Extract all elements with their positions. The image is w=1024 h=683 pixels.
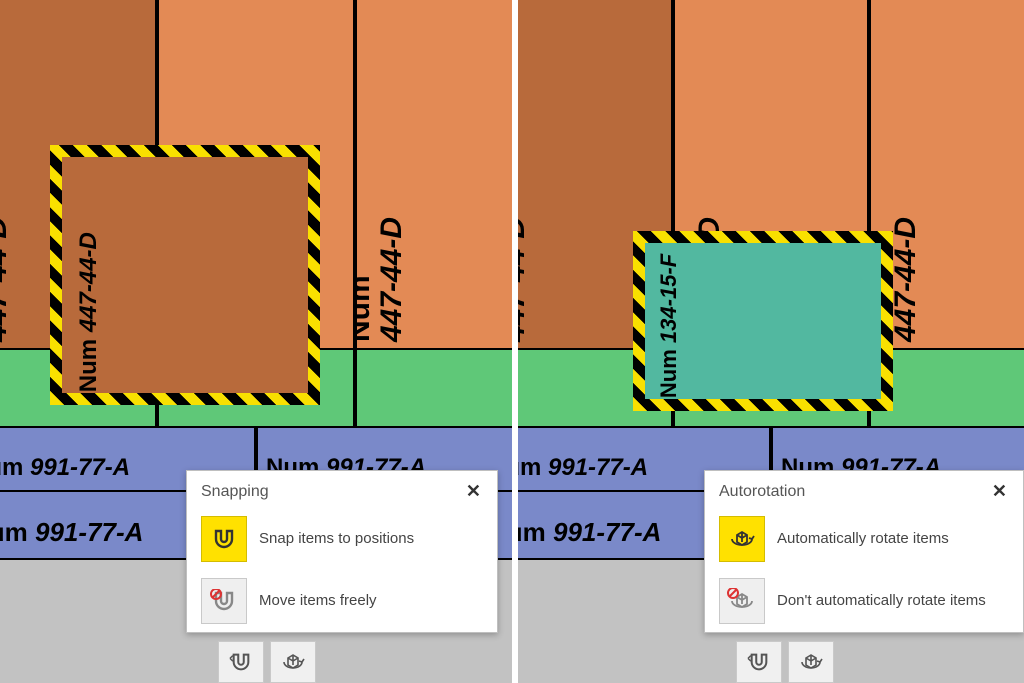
option-label: Automatically rotate items xyxy=(777,530,1009,548)
snapping-popup: Snapping ✕ Snap items to positions Move xyxy=(186,470,498,633)
option-label: Don't automatically rotate items xyxy=(777,592,1009,610)
snap-toggle-button[interactable] xyxy=(736,641,782,683)
popup-title: Snapping xyxy=(201,483,269,501)
autorotate-toggle-button[interactable] xyxy=(788,641,834,683)
snap-on-icon xyxy=(201,516,247,562)
autorotation-popup: Autorotation ✕ Automatically rotate item… xyxy=(704,470,1024,633)
mini-toolbar xyxy=(736,641,834,683)
box-orange[interactable]: Num447-44-D xyxy=(355,0,512,350)
autorotate-off-icon xyxy=(719,578,765,624)
selected-box[interactable]: Num 447-44-D xyxy=(55,150,315,400)
selected-box[interactable]: Num 134-15-F xyxy=(638,236,888,406)
snap-off-icon xyxy=(201,578,247,624)
option-autorotate-off[interactable]: Don't automatically rotate items xyxy=(705,570,1023,632)
snap-toggle-button[interactable] xyxy=(218,641,264,683)
box-green[interactable] xyxy=(355,348,512,428)
option-label: Snap items to positions xyxy=(259,530,483,548)
option-snap-off[interactable]: Move items freely xyxy=(187,570,497,632)
close-icon[interactable]: ✕ xyxy=(462,481,485,502)
viewport-right[interactable]: Num447-44-D Num447-44-D Num447-44-D Num … xyxy=(512,0,1024,683)
box-orange[interactable]: Num447-44-D xyxy=(869,0,1024,350)
option-autorotate-on[interactable]: Automatically rotate items xyxy=(705,508,1023,570)
viewport-left[interactable]: Num447-44-D Num447-44-D Num447-44-D Num … xyxy=(0,0,512,683)
box-green[interactable] xyxy=(869,348,1024,428)
popup-title: Autorotation xyxy=(719,483,805,501)
autorotate-toggle-button[interactable] xyxy=(270,641,316,683)
mini-toolbar xyxy=(218,641,316,683)
autorotate-on-icon xyxy=(719,516,765,562)
close-icon[interactable]: ✕ xyxy=(988,481,1011,502)
option-label: Move items freely xyxy=(259,592,483,610)
option-snap-on[interactable]: Snap items to positions xyxy=(187,508,497,570)
